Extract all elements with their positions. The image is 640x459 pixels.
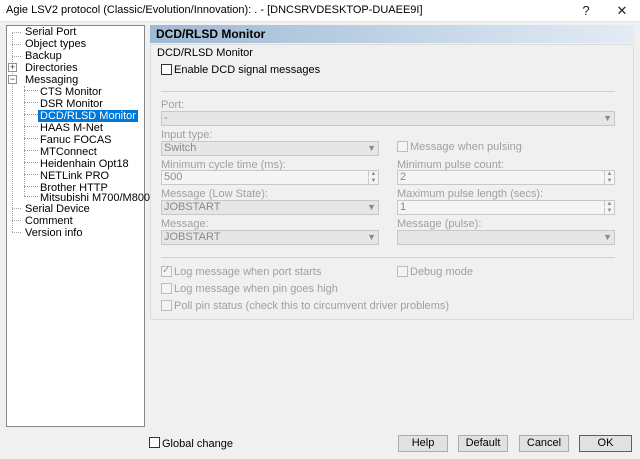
message-value: JOBSTART bbox=[164, 231, 221, 243]
max-pulse-length-label: Maximum pulse length (secs): bbox=[397, 188, 544, 200]
expand-icon[interactable]: + bbox=[8, 63, 17, 72]
tree-item-haas-m-net[interactable]: HAAS M-Net bbox=[40, 122, 103, 134]
message-pulse-select[interactable]: ▼ bbox=[397, 230, 615, 245]
log-pin-high-checkbox[interactable] bbox=[161, 283, 172, 294]
global-change-checkbox[interactable] bbox=[149, 437, 160, 448]
enable-dcd-label: Enable DCD signal messages bbox=[174, 64, 321, 76]
ok-button[interactable]: OK bbox=[579, 435, 632, 452]
message-select[interactable]: JOBSTART ▼ bbox=[161, 230, 379, 245]
message-low-value: JOBSTART bbox=[164, 201, 221, 213]
port-value: - bbox=[164, 112, 168, 124]
min-cycle-input[interactable]: 500 ▲ ▼ bbox=[161, 170, 379, 185]
spin-up-icon[interactable]: ▲ bbox=[368, 171, 378, 177]
tree-line bbox=[12, 44, 21, 45]
divider bbox=[161, 91, 615, 92]
tree-line bbox=[24, 150, 38, 151]
spin-down-icon[interactable]: ▼ bbox=[368, 178, 378, 184]
tree-item-cts-monitor[interactable]: CTS Monitor bbox=[40, 86, 102, 98]
enable-dcd-checkbox[interactable] bbox=[161, 64, 172, 75]
min-pulse-input[interactable]: 2 ▲ ▼ bbox=[397, 170, 615, 185]
poll-pin-label: Poll pin status (check this to circumven… bbox=[174, 300, 450, 312]
help-icon[interactable]: ? bbox=[572, 0, 600, 22]
tree-line bbox=[12, 32, 21, 33]
tree-line bbox=[24, 174, 38, 175]
message-label: Message: bbox=[161, 218, 209, 230]
log-pin-high-label: Log message when pin goes high bbox=[174, 283, 338, 295]
tree-item-messaging[interactable]: Messaging bbox=[25, 74, 78, 86]
chevron-down-icon: ▼ bbox=[367, 143, 376, 153]
chevron-down-icon: ▼ bbox=[367, 202, 376, 212]
tree-item-mtconnect[interactable]: MTConnect bbox=[40, 146, 97, 158]
tree-item-backup[interactable]: Backup bbox=[25, 50, 62, 62]
chevron-down-icon: ▼ bbox=[367, 232, 376, 242]
tree-item-serial-device[interactable]: Serial Device bbox=[25, 203, 90, 215]
tree-line bbox=[24, 90, 38, 91]
tree-line bbox=[24, 138, 38, 139]
collapse-icon[interactable]: − bbox=[8, 75, 17, 84]
log-port-starts-label: Log message when port starts bbox=[174, 266, 322, 278]
default-button[interactable]: Default bbox=[458, 435, 508, 452]
tree-line bbox=[12, 56, 21, 57]
poll-pin-checkbox[interactable] bbox=[161, 300, 172, 311]
min-cycle-value: 500 bbox=[164, 171, 183, 183]
message-low-label: Message (Low State): bbox=[161, 188, 268, 200]
tree-item-netlink-pro[interactable]: NETLink PRO bbox=[40, 170, 109, 182]
tree-item-comment[interactable]: Comment bbox=[25, 215, 73, 227]
spin-down-icon[interactable]: ▼ bbox=[604, 208, 614, 214]
tree-line bbox=[24, 102, 38, 103]
min-pulse-value: 2 bbox=[400, 171, 407, 183]
port-label: Port: bbox=[161, 99, 185, 111]
panel-header: DCD/RLSD Monitor bbox=[150, 25, 634, 43]
message-when-pulsing-label: Message when pulsing bbox=[410, 141, 522, 153]
message-low-select[interactable]: JOBSTART ▼ bbox=[161, 200, 379, 215]
max-pulse-length-input[interactable]: 1 ▲ ▼ bbox=[397, 200, 615, 215]
help-button[interactable]: Help bbox=[398, 435, 448, 452]
tree-line bbox=[24, 196, 38, 197]
spin-up-icon[interactable]: ▲ bbox=[604, 171, 614, 177]
close-icon[interactable]: ✕ bbox=[608, 0, 636, 22]
tree-item-object-types[interactable]: Object types bbox=[25, 38, 86, 50]
chevron-down-icon: ▼ bbox=[603, 232, 612, 242]
message-when-pulsing-checkbox[interactable] bbox=[397, 141, 408, 152]
tree-item-heidenhain-opt18[interactable]: Heidenhain Opt18 bbox=[40, 158, 129, 170]
log-port-starts-checkbox[interactable] bbox=[161, 265, 172, 277]
input-type-value: Switch bbox=[164, 142, 197, 154]
port-select[interactable]: - ▼ bbox=[161, 111, 615, 126]
tree-line bbox=[24, 162, 38, 163]
title-bar: Agie LSV2 protocol (Classic/Evolution/In… bbox=[0, 0, 640, 22]
settings-tree[interactable]: + − Serial Port Object types Backup Dire… bbox=[6, 25, 150, 427]
debug-mode-checkbox[interactable] bbox=[397, 266, 408, 277]
divider bbox=[161, 257, 615, 258]
debug-mode-label: Debug mode bbox=[410, 266, 473, 278]
tree-item-dsr-monitor[interactable]: DSR Monitor bbox=[40, 98, 103, 110]
tree-line bbox=[24, 186, 38, 187]
spin-down-icon[interactable]: ▼ bbox=[604, 178, 614, 184]
tree-item-fanuc-focas[interactable]: Fanuc FOCAS bbox=[40, 134, 112, 146]
message-pulse-label: Message (pulse): bbox=[397, 218, 482, 230]
input-type-label: Input type: bbox=[161, 129, 213, 141]
tree-item-directories[interactable]: Directories bbox=[25, 62, 78, 74]
spin-up-icon[interactable]: ▲ bbox=[604, 201, 614, 207]
tree-item-version-info[interactable]: Version info bbox=[25, 227, 82, 239]
global-change-label: Global change bbox=[162, 438, 233, 450]
window-title: Agie LSV2 protocol (Classic/Evolution/In… bbox=[6, 4, 423, 16]
chevron-down-icon: ▼ bbox=[603, 113, 612, 123]
tree-line bbox=[24, 126, 38, 127]
tree-line bbox=[12, 208, 21, 209]
tree-line bbox=[12, 232, 21, 233]
input-type-select[interactable]: Switch ▼ bbox=[161, 141, 379, 156]
max-pulse-length-value: 1 bbox=[400, 201, 407, 213]
cancel-button[interactable]: Cancel bbox=[519, 435, 569, 452]
tree-line bbox=[12, 220, 21, 221]
tree-line bbox=[24, 114, 38, 115]
group-title: DCD/RLSD Monitor bbox=[157, 47, 253, 59]
dcd-monitor-group: DCD/RLSD Monitor Enable DCD signal messa… bbox=[150, 44, 634, 320]
tree-item-dcd-rlsd-monitor[interactable]: DCD/RLSD Monitor bbox=[38, 110, 138, 122]
tree-item-serial-port[interactable]: Serial Port bbox=[25, 26, 76, 38]
